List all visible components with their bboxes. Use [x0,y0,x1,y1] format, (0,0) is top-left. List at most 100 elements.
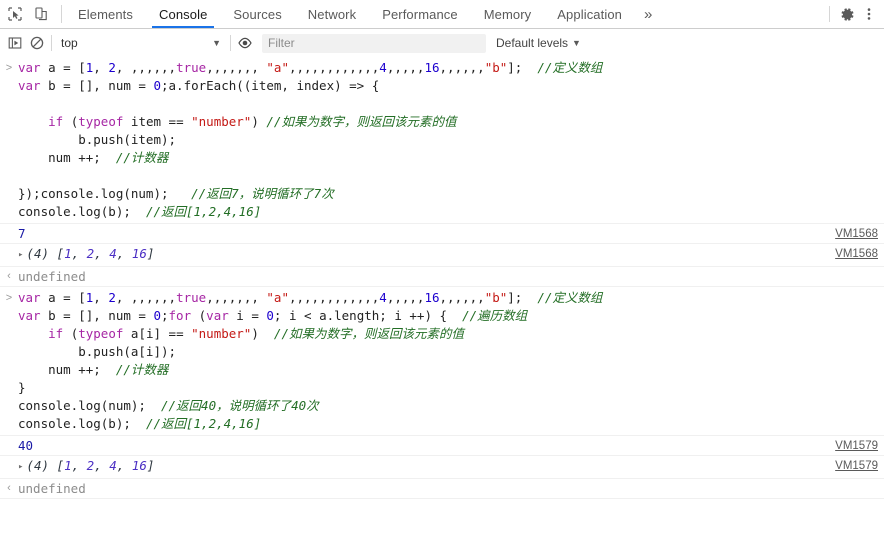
code-token-str: "b" [484,60,508,75]
code-token-plain: ; [161,308,169,323]
code-token-cmt: //返回7，说明循环了7次 [191,186,334,201]
toolbar-divider [61,5,62,23]
log-levels-label: Default levels [496,36,569,50]
more-tabs-chevron-icon[interactable]: » [635,0,661,28]
tab-performance[interactable]: Performance [369,0,471,28]
log-gutter [0,224,18,243]
code-token-plain: console.log(b); [18,416,146,431]
console-input-code: var a = [1, 2, ,,,,,,true,,,,,,, "a",,,,… [18,59,884,221]
code-token-num: 2 [108,60,116,75]
tab-performance-label: Performance [382,6,458,22]
filterbar-divider-1 [51,35,52,51]
source-link[interactable]: VM1579 [835,457,878,476]
array-items: [1, 2, 4, 16] [56,246,155,261]
source-link[interactable]: VM1579 [835,437,878,456]
code-line: var b = [], num = 0;for (var i = 0; i < … [18,307,884,325]
code-token-num: 4 [379,60,387,75]
array-item: 1 [64,246,72,261]
code-token-plain: b = [], num = [40,308,154,323]
code-token-plain: } [18,380,26,395]
tab-sources[interactable]: Sources [220,0,294,28]
array-item: 4 [109,246,117,261]
array-item: 2 [86,458,95,473]
code-token-plain: a[i] == [123,326,192,341]
code-line: console.log(num); //返回40，说明循环了40次 [18,397,884,415]
code-token-plain: ) [251,114,267,129]
array-preview[interactable]: ▸ (4) [1, 2, 4, 16] [18,244,884,266]
code-token-plain: , ,,,,,, [115,60,177,75]
toolbar-divider-right [829,6,830,22]
console-eval-result: ‹ undefined [0,267,884,287]
device-toolbar-icon[interactable] [30,3,52,25]
tab-network[interactable]: Network [295,0,369,28]
code-line: console.log(b); //返回[1,2,4,16] [18,203,884,221]
code-token-plain: a = [ [40,290,86,305]
result-value: undefined [18,481,86,496]
code-token-cmt: //计数器 [115,150,169,165]
code-token-plain: a = [ [40,60,86,75]
code-token-plain: ,,,,,,,,,,,, [288,290,380,305]
console-message-list[interactable]: > var a = [1, 2, ,,,,,,true,,,,,,, "a",,,… [0,57,884,547]
code-token-plain: ) [251,326,274,341]
code-token-plain: ( [191,308,207,323]
result-value: undefined [18,269,86,284]
code-token-plain: console.log(num); [18,398,161,413]
tab-application-label: Application [557,6,622,22]
tab-bar-left-icons [0,0,58,28]
code-token-plain: ,,,,,, [439,60,485,75]
console-input-entry[interactable]: > var a = [1, 2, ,,,,,,true,,,,,,, "a",,,… [0,287,884,436]
console-input-entry[interactable]: > var a = [1, 2, ,,,,,,true,,,,,,, "a",,,… [0,57,884,224]
filter-input[interactable] [262,33,486,53]
code-token-kw: var [18,308,41,323]
code-token-kw: var [18,290,41,305]
execute-sidebar-icon[interactable] [4,32,26,54]
code-token-cmt: //返回40，说明循环了40次 [161,398,319,413]
execution-context-select[interactable]: top ▼ [55,33,227,53]
code-line: var a = [1, 2, ,,,,,,true,,,,,,, "a",,,,… [18,289,884,307]
code-token-cmt: //计数器 [115,362,169,377]
console-log-number: 7 VM1568 [0,224,884,244]
source-link[interactable]: VM1568 [835,245,878,264]
code-token-plain: , ,,,,,, [115,290,177,305]
array-items: [1, 2, 4, 16] [56,458,155,473]
inspect-cursor-icon[interactable] [4,3,26,25]
log-gutter [0,456,18,475]
log-levels-dropdown[interactable]: Default levels ▼ [496,36,581,50]
code-token-str: "number" [191,326,252,341]
expand-triangle-icon[interactable]: ▸ [18,458,23,477]
tab-elements[interactable]: Elements [65,0,146,28]
console-input-code: var a = [1, 2, ,,,,,,true,,,,,,, "a",,,,… [18,289,884,433]
console-log-array[interactable]: ▸ (4) [1, 2, 4, 16] VM1568 [0,244,884,267]
code-token-plain: ( [63,114,79,129]
chevron-down-icon: ▼ [212,38,221,48]
code-token-plain: ,,,,,, [439,290,485,305]
array-preview[interactable]: ▸ (4) [1, 2, 4, 16] [18,456,884,478]
result-prompt-icon: ‹ [7,482,11,494]
code-token-plain: i = [228,308,267,323]
code-token-str: "b" [484,290,508,305]
code-token-plain: ,,,,,,, [206,60,267,75]
clear-console-icon[interactable] [26,32,48,54]
code-token-str: "a" [266,290,289,305]
console-log-array[interactable]: ▸ (4) [1, 2, 4, 16] VM1579 [0,456,884,479]
code-line: num ++; //计数器 [18,361,884,379]
tab-console[interactable]: Console [146,0,220,28]
source-link[interactable]: VM1568 [835,225,878,244]
code-token-plain: num ++; [18,150,116,165]
live-expression-eye-icon[interactable] [234,32,256,54]
tab-application[interactable]: Application [544,0,635,28]
code-token-kw: true [176,290,207,305]
code-token-plain: console.log(b); [18,204,146,219]
input-prompt-icon: > [5,292,13,304]
kebab-menu-icon[interactable] [858,3,880,25]
code-token-plain: ( [63,326,79,341]
result-prompt-icon: ‹ [7,270,11,282]
code-token-plain: , [93,60,109,75]
gear-icon[interactable] [836,3,858,25]
tab-memory[interactable]: Memory [471,0,545,28]
expand-triangle-icon[interactable]: ▸ [18,246,23,265]
array-length-badge: (4) [26,458,57,473]
code-token-kw: for [168,308,192,323]
